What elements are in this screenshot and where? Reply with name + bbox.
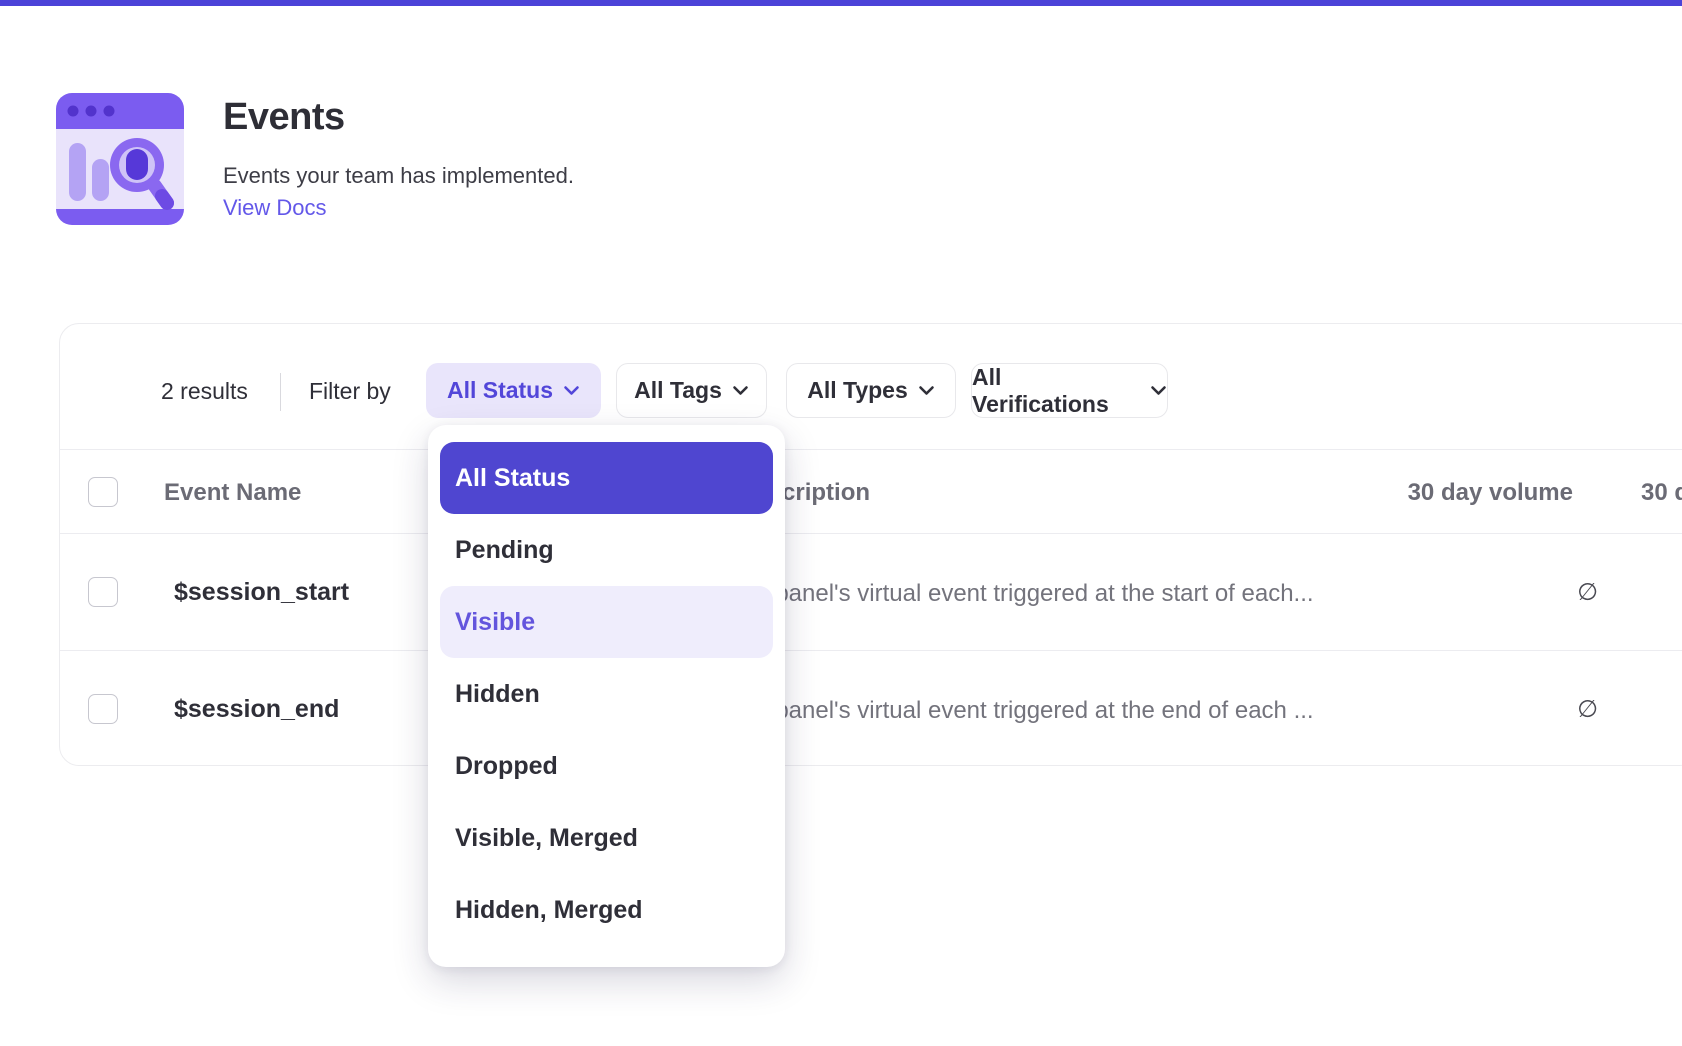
row-checkbox[interactable] bbox=[88, 694, 118, 724]
column-header-30-day-volume: 30 day volume bbox=[1270, 479, 1573, 507]
event-description: Mixpanel's virtual event triggered at th… bbox=[738, 580, 1314, 608]
all-verifications-filter-label: All Verifications bbox=[972, 364, 1140, 418]
filter-by-label: Filter by bbox=[309, 378, 391, 405]
page-title: Events bbox=[223, 96, 345, 139]
event-name-link[interactable]: $session_start bbox=[174, 578, 349, 607]
row-checkbox[interactable] bbox=[88, 577, 118, 607]
events-table-card: 2 results Filter by All Status All Tags … bbox=[59, 323, 1682, 766]
menu-item-pending[interactable]: Pending bbox=[428, 514, 785, 586]
menu-item-dropped[interactable]: Dropped bbox=[428, 730, 785, 802]
chevron-down-icon bbox=[563, 385, 580, 396]
view-docs-link[interactable]: View Docs bbox=[223, 195, 327, 221]
table-row: $session_start Mixpanel's virtual event … bbox=[60, 534, 1682, 650]
top-accent-bar bbox=[0, 0, 1682, 6]
table-header-row: Event Name Description 30 day volume 30 … bbox=[60, 449, 1682, 534]
all-types-filter-button[interactable]: All Types bbox=[786, 363, 956, 418]
menu-item-hidden-merged[interactable]: Hidden, Merged bbox=[428, 874, 785, 946]
chevron-down-icon bbox=[1150, 385, 1167, 396]
all-tags-filter-label: All Tags bbox=[634, 377, 722, 404]
chevron-down-icon bbox=[918, 385, 935, 396]
all-status-filter-label: All Status bbox=[447, 377, 553, 404]
column-header-event-name: Event Name bbox=[164, 479, 301, 507]
select-all-checkbox[interactable] bbox=[88, 477, 118, 507]
all-tags-filter-button[interactable]: All Tags bbox=[616, 363, 767, 418]
status-filter-menu: All Status Pending Visible Hidden Droppe… bbox=[428, 425, 785, 967]
event-30-day-volume: ∅ bbox=[1270, 695, 1598, 724]
page-subtitle: Events your team has implemented. bbox=[223, 163, 574, 189]
event-description: Mixpanel's virtual event triggered at th… bbox=[738, 697, 1314, 725]
event-name-link[interactable]: $session_end bbox=[174, 695, 339, 724]
all-verifications-filter-button[interactable]: All Verifications bbox=[971, 363, 1168, 418]
menu-item-all-status[interactable]: All Status bbox=[440, 442, 773, 514]
menu-item-visible-merged[interactable]: Visible, Merged bbox=[428, 802, 785, 874]
menu-item-hidden[interactable]: Hidden bbox=[428, 658, 785, 730]
toolbar-divider bbox=[280, 373, 281, 411]
results-count: 2 results bbox=[161, 378, 248, 405]
table-row: $session_end Mixpanel's virtual event tr… bbox=[60, 650, 1682, 766]
event-30-day-volume: ∅ bbox=[1270, 578, 1598, 607]
column-header-clipped: 30 d bbox=[1641, 479, 1682, 507]
events-page-icon bbox=[56, 93, 184, 225]
chevron-down-icon bbox=[732, 385, 749, 396]
menu-item-visible[interactable]: Visible bbox=[440, 586, 773, 658]
all-status-filter-button[interactable]: All Status bbox=[426, 363, 601, 418]
all-types-filter-label: All Types bbox=[807, 377, 908, 404]
